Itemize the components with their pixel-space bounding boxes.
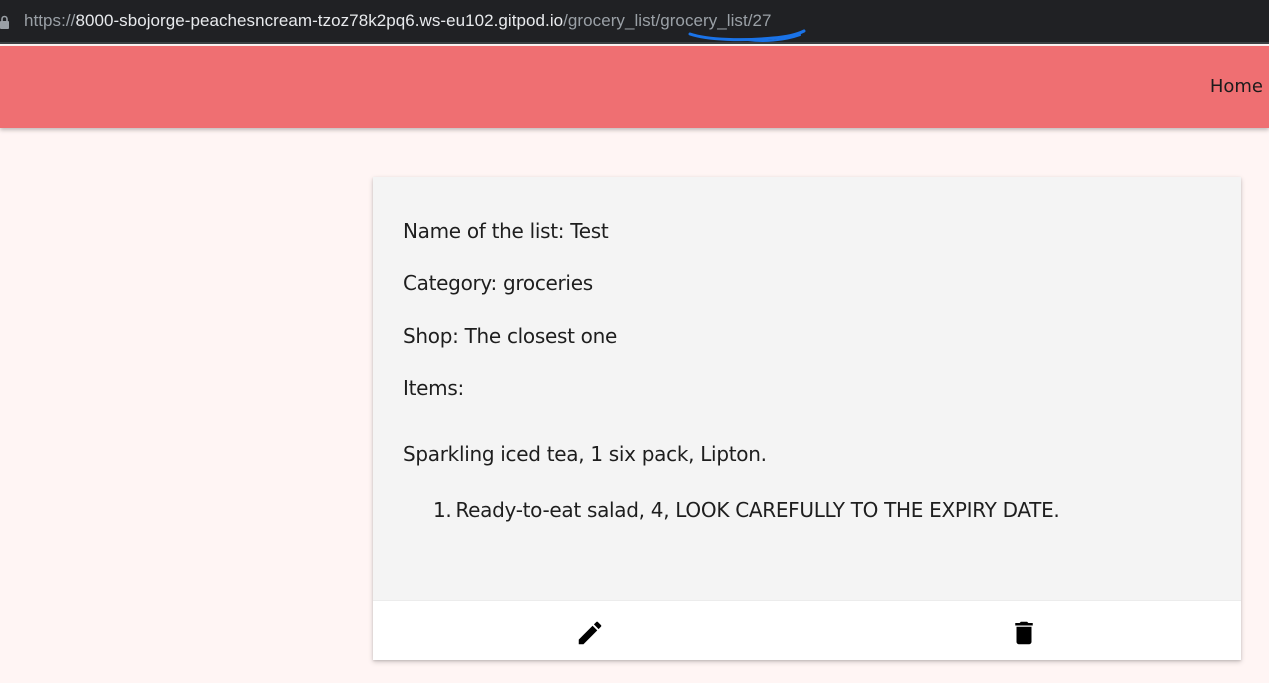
lock-icon [0,15,9,29]
delete-button[interactable] [1006,615,1042,651]
url-text[interactable]: https://8000-sbojorge-peachesncream-tzoz… [24,11,772,31]
numbered-items-list: 1. Ready-to-eat salad, 4, LOOK CAREFULLY … [433,498,1060,522]
items-label: Items: [403,376,464,400]
url-host: 8000-sbojorge-peachesncream-tzoz78k2pq6.… [75,11,564,30]
top-navbar: Home [0,46,1269,128]
list-category: Category: groceries [403,271,593,295]
list-name: Name of the list: Test [403,219,609,243]
url-path: /grocery_list/grocery_list/27 [563,11,772,30]
list-item-text: Ready-to-eat salad, 4, LOOK CAREFULLY TO… [455,498,1060,522]
trash-icon [1015,621,1033,645]
annotation-underline [688,29,806,42]
card-action-bar [373,600,1241,660]
edit-button[interactable] [572,615,608,651]
list-item: Sparkling iced tea, 1 six pack, Lipton. [403,442,767,466]
browser-address-bar[interactable]: https://8000-sbojorge-peachesncream-tzoz… [0,0,1269,44]
nav-home-link[interactable]: Home [1210,76,1263,97]
grocery-list-card: Name of the list: Test Category: groceri… [373,177,1241,660]
list-item: 1. Ready-to-eat salad, 4, LOOK CAREFULLY … [433,498,1060,522]
url-scheme: https:// [24,11,76,30]
list-shop: Shop: The closest one [403,324,618,348]
list-item-number: 1. [433,498,452,522]
pencil-icon [578,621,602,645]
